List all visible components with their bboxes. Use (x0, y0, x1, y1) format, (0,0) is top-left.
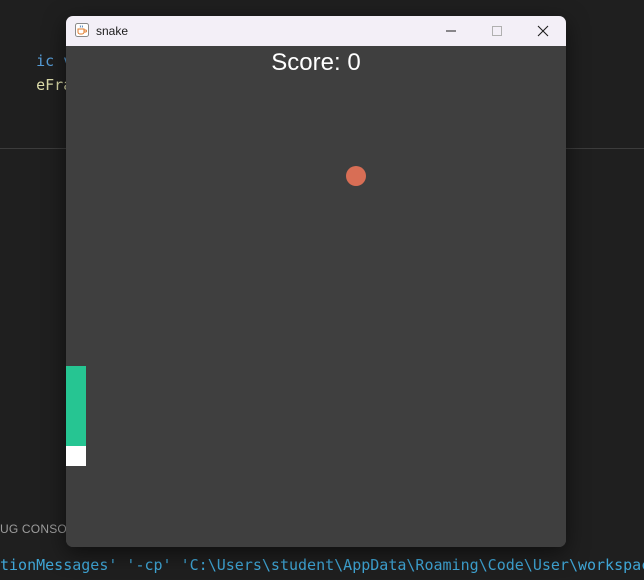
game-canvas[interactable]: Score: 0 (66, 46, 566, 547)
food-pellet (346, 166, 366, 186)
maximize-button[interactable] (474, 16, 520, 46)
minimize-icon (446, 30, 456, 32)
snake-tail-segment (66, 446, 86, 466)
java-cup-icon (75, 23, 89, 37)
snake-window[interactable]: snake Score: 0 (66, 16, 566, 547)
window-title: snake (96, 24, 129, 38)
maximize-icon (492, 26, 502, 36)
snake-segment (66, 406, 86, 426)
terminal-output-line: tionMessages' '-cp' 'C:\Users\student\Ap… (0, 556, 644, 574)
snake-segment (66, 386, 86, 406)
snake-segment (66, 426, 86, 446)
window-titlebar[interactable]: snake (66, 16, 566, 46)
score-label: Score: 0 (271, 49, 361, 76)
close-button[interactable] (520, 16, 566, 46)
close-icon (537, 25, 549, 37)
minimize-button[interactable] (428, 16, 474, 46)
snake-segment (66, 366, 86, 386)
